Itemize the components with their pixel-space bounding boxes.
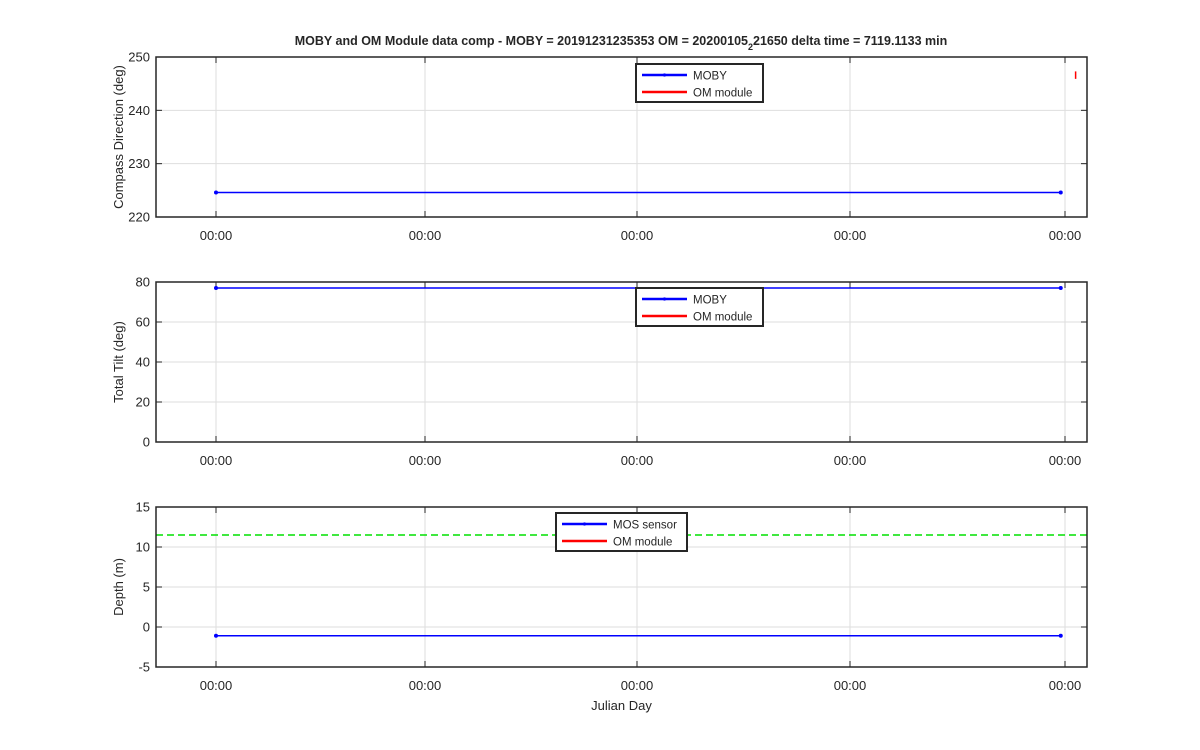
data-point	[1058, 190, 1063, 195]
legend-label: MOBY	[693, 295, 727, 307]
data-point	[1058, 286, 1063, 290]
legend: MOS sensor OM module	[555, 512, 688, 552]
y-tick-label: -5	[138, 660, 150, 675]
y-axis-label: Total Tilt (deg)	[111, 321, 126, 403]
y-tick-label: 5	[143, 580, 150, 595]
y-tick-label: 20	[136, 395, 150, 410]
title-part-tail: 21650 delta time = 7119.1133 min	[753, 34, 947, 48]
legend-marker	[582, 522, 587, 526]
x-tick-label: 00:00	[834, 453, 867, 468]
y-tick-label: 230	[128, 156, 150, 171]
legend: MOBY OM module	[635, 63, 764, 103]
y-tick-label: 15	[136, 500, 150, 515]
legend: MOBY OM module	[635, 287, 764, 327]
y-axis-label: Depth (m)	[111, 558, 126, 616]
y-tick-label: 0	[143, 435, 150, 450]
legend-label: MOBY	[693, 71, 727, 83]
x-tick-label: 00:00	[409, 228, 442, 243]
x-tick-label: 00:00	[1049, 678, 1082, 693]
x-tick-label: 00:00	[200, 678, 233, 693]
x-axis-label: Julian Day	[591, 698, 652, 713]
legend-marker	[662, 297, 667, 301]
legend-marker	[662, 73, 667, 77]
x-tick-label: 00:00	[1049, 453, 1082, 468]
y-axis-label: Compass Direction (deg)	[111, 65, 126, 209]
x-tick-label: 00:00	[621, 453, 654, 468]
x-tick-label: 00:00	[409, 453, 442, 468]
x-tick-label: 00:00	[409, 678, 442, 693]
legend-label: OM module	[693, 88, 752, 100]
figure: MOBY and OM Module data comp - MOBY = 20…	[111, 34, 1088, 713]
data-point	[214, 286, 218, 290]
x-tick-label: 00:00	[621, 228, 654, 243]
x-tick-label: 00:00	[200, 453, 233, 468]
legend-label: OM module	[613, 537, 672, 549]
data-point	[214, 190, 218, 195]
x-tick-label: 00:00	[834, 228, 867, 243]
y-tick-label: 10	[136, 540, 150, 555]
subplot-1: 220 230 240 250 00:00 00:00 00:00 00:00 00:00 Com…	[111, 50, 1088, 243]
y-tick-label: 80	[136, 275, 150, 290]
y-tick-label: 60	[136, 315, 150, 330]
legend-label: MOS sensor	[613, 520, 677, 532]
y-tick-label: 250	[128, 50, 150, 65]
subplot-2: 0 20 40 60 80 00:00 00:00 00:00 00:00 00:00 Total …	[111, 275, 1088, 468]
subplot-3: -5 0 5 10 15 00:00 00:00 00:00 00:00 00:00 Depth (…	[111, 500, 1088, 713]
y-tick-label: 220	[128, 210, 150, 225]
x-tick-label: 00:00	[200, 228, 233, 243]
title-part-main: MOBY and OM Module data comp - MOBY = 20…	[295, 34, 748, 48]
x-tick-label: 00:00	[834, 678, 867, 693]
data-point	[1058, 633, 1063, 638]
data-point	[214, 633, 218, 638]
y-tick-label: 240	[128, 103, 150, 118]
x-tick-label: 00:00	[621, 678, 654, 693]
subplot-container: 220 230 240 250 00:00 00:00 00:00 00:00 00:00 Com…	[111, 50, 1088, 713]
figure-title: MOBY and OM Module data comp - MOBY = 20…	[295, 34, 947, 52]
legend-label: OM module	[693, 312, 752, 324]
y-tick-label: 40	[136, 355, 150, 370]
x-tick-label: 00:00	[1049, 228, 1082, 243]
y-tick-label: 0	[143, 620, 150, 635]
